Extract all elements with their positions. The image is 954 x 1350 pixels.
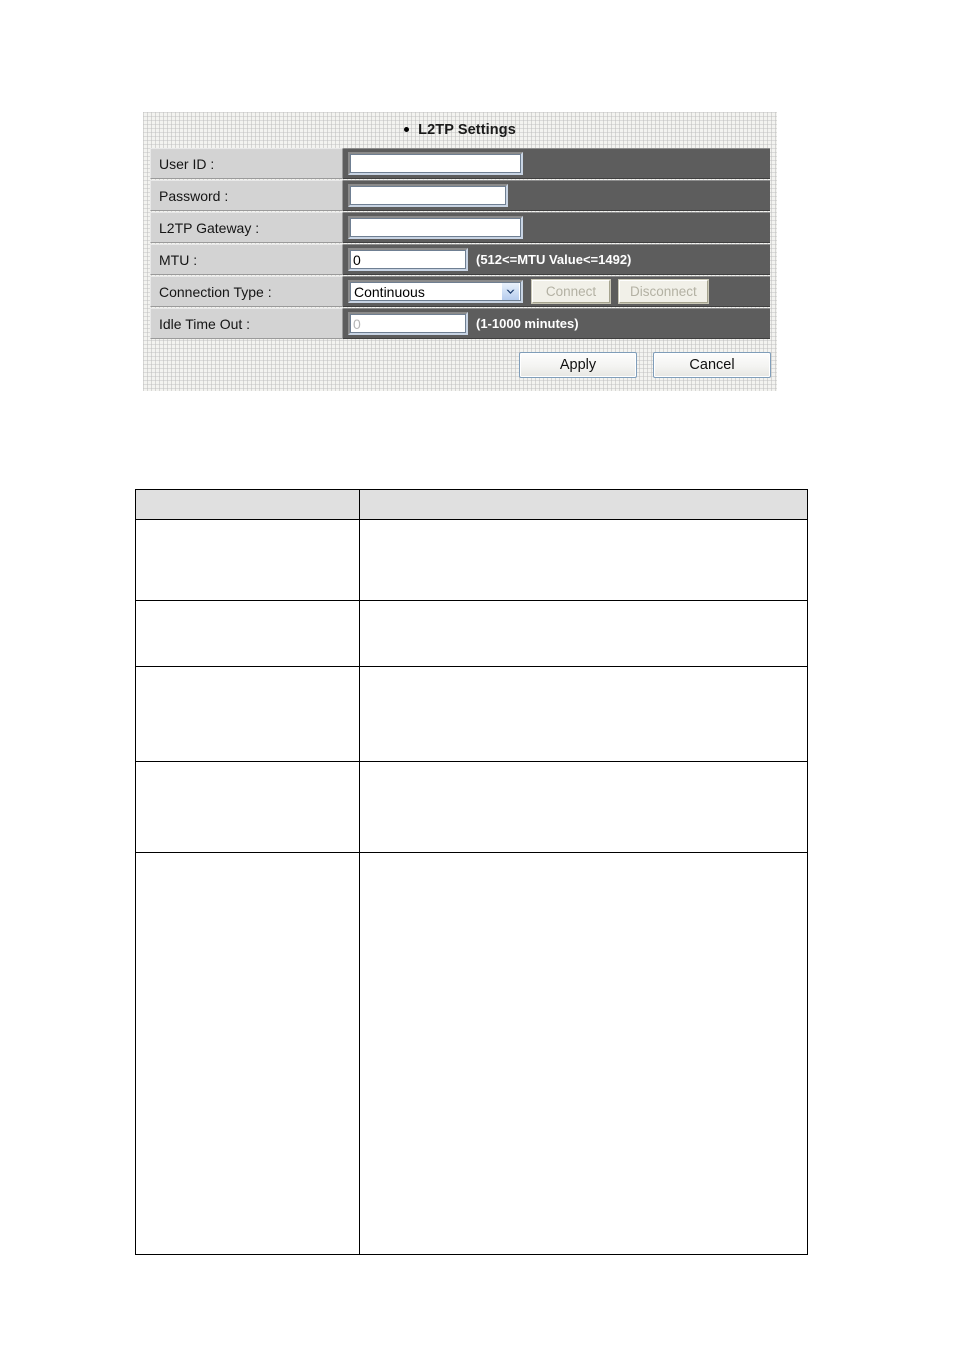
- table-header-parameter: [135, 489, 360, 520]
- table-cell-description: [359, 852, 808, 1255]
- form-row-password: Password :: [150, 180, 770, 211]
- value-cell-l2tp-gateway: [343, 212, 770, 243]
- value-cell-idle-time-out: (1-1000 minutes): [343, 308, 770, 339]
- table-row: [135, 519, 808, 601]
- form-row-idle-time-out: Idle Time Out : (1-1000 minutes): [150, 308, 770, 339]
- panel-footer: Apply Cancel: [143, 339, 777, 391]
- value-cell-password: [343, 180, 770, 211]
- table-cell-parameter: [135, 600, 360, 667]
- table-cell-parameter: [135, 519, 360, 601]
- form-row-connection-type: Connection Type : Continuous Connect Dis…: [150, 276, 770, 307]
- connection-type-select[interactable]: Continuous: [348, 280, 523, 303]
- chevron-down-icon[interactable]: [502, 283, 519, 300]
- table-row: [135, 761, 808, 853]
- table-row: [135, 666, 808, 762]
- connection-type-selected-value: Continuous: [354, 283, 425, 300]
- cancel-button[interactable]: Cancel: [653, 352, 771, 378]
- label-connection-type: Connection Type :: [150, 276, 343, 307]
- table-cell-parameter: [135, 666, 360, 762]
- panel-header: L2TP Settings: [143, 112, 777, 148]
- form-row-l2tp-gateway: L2TP Gateway :: [150, 212, 770, 243]
- form-row-mtu: MTU : (512<=MTU Value<=1492): [150, 244, 770, 275]
- idle-time-out-range-hint: (1-1000 minutes): [476, 316, 579, 331]
- table-cell-description: [359, 600, 808, 667]
- table-cell-parameter: [135, 761, 360, 853]
- idle-time-out-input[interactable]: [348, 312, 468, 335]
- page-title: L2TP Settings: [418, 122, 516, 138]
- table-cell-parameter: [135, 852, 360, 1255]
- label-l2tp-gateway: L2TP Gateway :: [150, 212, 343, 243]
- table-header-row: [135, 489, 808, 520]
- table-header-description: [359, 489, 808, 520]
- mtu-input[interactable]: [348, 248, 468, 271]
- password-input[interactable]: [348, 184, 508, 207]
- value-cell-connection-type: Continuous Connect Disconnect: [343, 276, 770, 307]
- l2tp-settings-panel: L2TP Settings User ID : Password : L2TP …: [143, 112, 777, 391]
- settings-form: User ID : Password : L2TP Gateway : MTU …: [150, 148, 770, 339]
- table-cell-description: [359, 761, 808, 853]
- table-row: [135, 852, 808, 1255]
- mtu-range-hint: (512<=MTU Value<=1492): [476, 252, 632, 267]
- table-body: [135, 519, 808, 1255]
- table-cell-description: [359, 519, 808, 601]
- label-password: Password :: [150, 180, 343, 211]
- form-row-user-id: User ID :: [150, 148, 770, 179]
- disconnect-button[interactable]: Disconnect: [619, 280, 708, 303]
- description-table: [135, 489, 808, 1255]
- value-cell-user-id: [343, 148, 770, 179]
- table-cell-description: [359, 666, 808, 762]
- connect-button[interactable]: Connect: [532, 280, 610, 303]
- label-idle-time-out: Idle Time Out :: [150, 308, 343, 339]
- bullet-dot-icon: [404, 126, 410, 132]
- apply-button[interactable]: Apply: [519, 352, 637, 378]
- table-row: [135, 600, 808, 667]
- value-cell-mtu: (512<=MTU Value<=1492): [343, 244, 770, 275]
- l2tp-gateway-input[interactable]: [348, 216, 523, 239]
- user-id-input[interactable]: [348, 152, 523, 175]
- label-user-id: User ID :: [150, 148, 343, 179]
- label-mtu: MTU :: [150, 244, 343, 275]
